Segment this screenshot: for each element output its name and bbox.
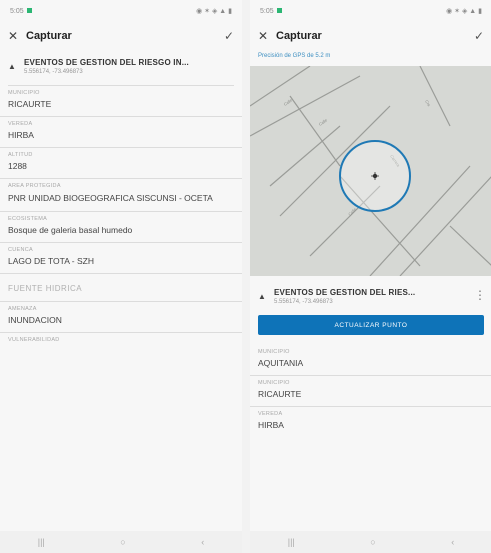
map-canvas[interactable]: Calle Calle Carrera Calle Cra	[250, 66, 491, 276]
layer-name: EVENTOS DE GESTION DEL RIESGO IN...	[24, 58, 189, 67]
field-area-protegida[interactable]: AREA PROTEGIDA PNR UNIDAD BIOGEOGRAFICA …	[0, 179, 242, 212]
field-value[interactable]: 1288	[8, 158, 234, 178]
field-municipio[interactable]: MUNICIPIO RICAURTE	[0, 86, 242, 117]
field-vereda[interactable]: VEREDA HIRBA	[0, 117, 242, 148]
check-icon[interactable]: ✓	[470, 29, 484, 43]
field-value[interactable]: INUNDACION	[8, 312, 234, 332]
layer-coordinates: 5.556174, -73.496873	[24, 69, 83, 75]
status-bar: 5:05 ◉ ✶ ◈ ▲ ▮	[0, 0, 242, 22]
notification-icon	[276, 8, 282, 14]
chevron-up-icon[interactable]: ▲	[258, 292, 274, 301]
page-title: Capturar	[26, 30, 72, 42]
notification-icon	[26, 8, 32, 14]
system-nav-bar: ||| ○ ‹	[0, 531, 242, 553]
field-ecosistema[interactable]: ECOSISTEMA Bosque de galeria basal humed…	[0, 212, 242, 243]
field-vereda[interactable]: VEREDA HIRBA	[250, 407, 491, 437]
layer-header[interactable]: ▲ EVENTOS DE GESTION DEL RIES... 5.55617…	[250, 276, 491, 311]
home-icon[interactable]: ○	[120, 537, 125, 547]
gps-precision: Precisión de GPS de 5.2 m	[258, 53, 331, 59]
right-screen: 5:05 ◉ ✶ ◈ ▲ ▮ ✕ Capturar ✓ Precisión de…	[250, 0, 491, 553]
field-value[interactable]: HIRBA	[258, 417, 484, 437]
status-time: 5:05	[260, 7, 274, 15]
left-screen: 5:05 ◉ ✶ ◈ ▲ ▮ ✕ Capturar ✓ ▲ EVENTOS DE…	[0, 0, 242, 553]
field-value[interactable]: RICAURTE	[258, 386, 484, 406]
back-icon[interactable]: ‹	[201, 537, 204, 547]
field-value[interactable]: LAGO DE TOTA - SZH	[8, 253, 234, 273]
field-value[interactable]: RICAURTE	[8, 96, 234, 116]
status-icons: ◉ ✶ ◈ ▲ ▮	[446, 8, 482, 15]
recent-apps-icon[interactable]: |||	[288, 537, 295, 547]
app-bar: ✕ Capturar ✓	[0, 22, 242, 50]
status-bar: 5:05 ◉ ✶ ◈ ▲ ▮	[250, 0, 491, 22]
section-fuente-hidrica[interactable]: FUENTE HIDRICA	[0, 274, 242, 302]
layer-coordinates: 5.556174, -73.496873	[274, 299, 333, 305]
layer-name: EVENTOS DE GESTION DEL RIES...	[274, 288, 416, 297]
field-value[interactable]: Bosque de galeria basal humedo	[8, 222, 234, 242]
page-title: Capturar	[276, 30, 322, 42]
field-cuenca[interactable]: CUENCA LAGO DE TOTA - SZH	[0, 243, 242, 274]
check-icon[interactable]: ✓	[220, 29, 234, 43]
chevron-up-icon[interactable]: ▲	[8, 62, 24, 71]
more-vertical-icon[interactable]: ⋮	[474, 288, 486, 302]
status-icons: ◉ ✶ ◈ ▲ ▮	[196, 8, 232, 15]
map-view[interactable]: Calle Calle Carrera Calle Cra	[250, 66, 491, 276]
close-icon[interactable]: ✕	[8, 29, 26, 43]
home-icon[interactable]: ○	[370, 537, 375, 547]
field-value[interactable]: HIRBA	[8, 127, 234, 147]
update-point-button[interactable]: ACTUALIZAR PUNTO	[258, 315, 484, 335]
field-vulnerabilidad[interactable]: VULNERABILIDAD	[0, 333, 242, 353]
close-icon[interactable]: ✕	[258, 29, 276, 43]
app-bar: ✕ Capturar ✓	[250, 22, 491, 50]
field-value[interactable]: PNR UNIDAD BIOGEOGRAFICA SISCUNSI - OCET…	[8, 189, 234, 211]
back-icon[interactable]: ‹	[451, 537, 454, 547]
status-time: 5:05	[10, 7, 24, 15]
field-altitud[interactable]: ALTITUD 1288	[0, 148, 242, 179]
recent-apps-icon[interactable]: |||	[38, 537, 45, 547]
field-value[interactable]	[8, 343, 234, 353]
field-amenaza[interactable]: AMENAZA INUNDACION	[0, 302, 242, 333]
system-nav-bar: ||| ○ ‹	[250, 531, 491, 553]
field-value[interactable]: AQUITANIA	[258, 355, 484, 375]
layer-header[interactable]: ▲ EVENTOS DE GESTION DEL RIESGO IN... 5.…	[0, 50, 242, 81]
field-municipio-2[interactable]: MUNICIPIO RICAURTE	[250, 376, 491, 407]
field-municipio[interactable]: MUNICIPIO AQUITANIA	[250, 345, 491, 376]
